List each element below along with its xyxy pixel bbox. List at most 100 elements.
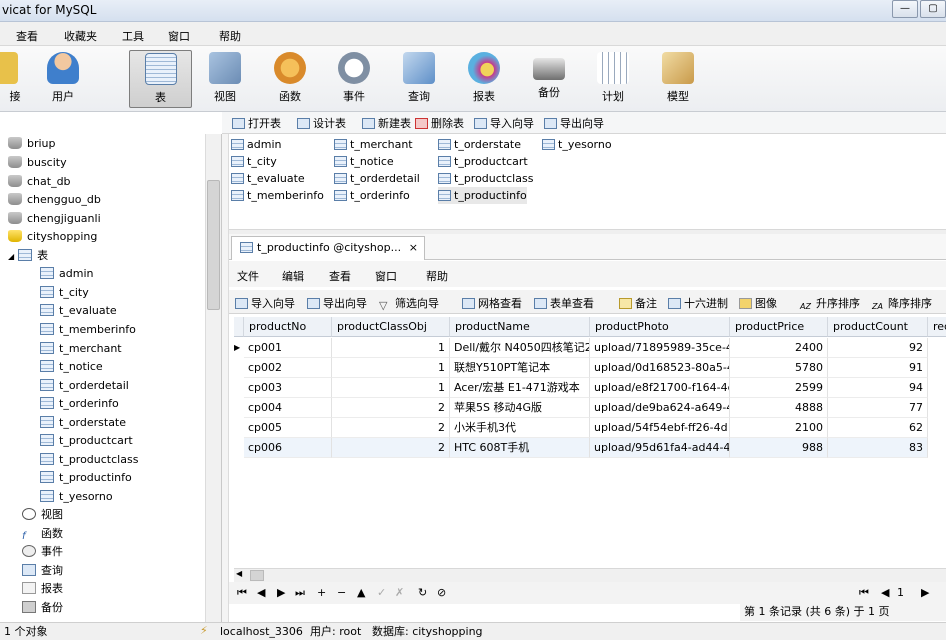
menu-edit[interactable]: 编辑	[282, 268, 304, 284]
image-button[interactable]: 图像	[739, 295, 777, 311]
close-tab-icon[interactable]: ×	[409, 237, 418, 259]
ribbon-user-button[interactable]: 用户	[33, 50, 93, 108]
tree-table-item[interactable]: t_productinfo	[40, 469, 132, 487]
grid-cell[interactable]: 2	[332, 438, 450, 458]
tree-backups-node[interactable]: 备份	[22, 599, 63, 617]
column-header[interactable]: rec	[928, 317, 946, 337]
object-item[interactable]: t_city	[231, 153, 277, 170]
grid-cell[interactable]: upload/54f54ebf-ff26-4d	[590, 418, 730, 438]
grid-cell[interactable]: 1	[332, 358, 450, 378]
tree-queries-node[interactable]: 查询	[22, 562, 63, 580]
tree-views-node[interactable]: 视图	[22, 506, 63, 524]
import-wizard-button[interactable]: 导入向导	[235, 295, 295, 311]
grid-cell[interactable]: 91	[828, 358, 928, 378]
grid-cell[interactable]: upload/71895989-35ce-4	[590, 338, 730, 358]
grid-cell[interactable]: 62	[828, 418, 928, 438]
apply-changes-button[interactable]: ✓	[377, 586, 386, 599]
tree-table-item[interactable]: t_productcart	[40, 432, 133, 450]
object-item[interactable]: t_orderdetail	[334, 170, 420, 187]
object-item-selected[interactable]: t_productinfo	[438, 187, 527, 204]
hex-button[interactable]: 十六进制	[668, 295, 728, 311]
sort-descending-button[interactable]: ZA 降序排序	[872, 295, 932, 313]
column-header[interactable]: productPrice	[730, 317, 828, 337]
edit-record-button[interactable]: ▲	[357, 586, 365, 599]
object-item[interactable]: t_evaluate	[231, 170, 305, 187]
ribbon-connection-button[interactable]: 接	[0, 50, 32, 108]
ribbon-report-button[interactable]: 报表	[454, 50, 514, 108]
tree-scrollbar-thumb[interactable]	[207, 180, 220, 310]
grid-cell[interactable]: cp006	[244, 438, 332, 458]
ribbon-query-button[interactable]: 查询	[389, 50, 449, 108]
delete-table-button[interactable]: 删除表	[415, 115, 464, 131]
filter-wizard-button[interactable]: ▽ 筛选向导	[379, 295, 439, 312]
grid-view-button[interactable]: 网格查看	[462, 295, 522, 311]
grid-cell[interactable]: upload/de9ba624-a649-4	[590, 398, 730, 418]
object-item[interactable]: t_orderstate	[438, 136, 521, 153]
tree-table-item[interactable]: t_merchant	[40, 340, 122, 358]
first-record-button[interactable]: ⏮	[237, 586, 247, 600]
tree-table-item[interactable]: t_orderdetail	[40, 377, 129, 395]
import-wizard-button[interactable]: 导入向导	[474, 115, 534, 131]
grid-cell[interactable]: upload/0d168523-80a5-4	[590, 358, 730, 378]
next-page-button[interactable]: ▶	[921, 586, 929, 599]
grid-cell[interactable]: upload/e8f21700-f164-4c	[590, 378, 730, 398]
tree-db-chat-db[interactable]: chat_db	[8, 173, 71, 191]
menu-window[interactable]: 窗口	[168, 28, 190, 44]
design-table-button[interactable]: 设计表	[297, 115, 346, 131]
ribbon-function-button[interactable]: 函数	[260, 50, 320, 108]
sort-ascending-button[interactable]: AZ 升序排序	[800, 295, 860, 313]
grid-cell[interactable]: 2599	[730, 378, 828, 398]
grid-cell[interactable]: 94	[828, 378, 928, 398]
grid-cell[interactable]: 77	[828, 398, 928, 418]
grid-cell[interactable]: 1	[332, 378, 450, 398]
grid-cell[interactable]: Dell/戴尔 N4050四核笔记2	[450, 338, 590, 358]
grid-cell[interactable]: 2100	[730, 418, 828, 438]
menu-help[interactable]: 帮助	[219, 28, 241, 44]
prev-record-button[interactable]: ◀	[257, 586, 265, 599]
open-table-button[interactable]: 打开表	[232, 115, 281, 131]
object-item[interactable]: t_orderinfo	[334, 187, 410, 204]
ribbon-table-button[interactable]: 表	[129, 50, 192, 108]
vertical-splitter[interactable]	[222, 134, 229, 622]
column-header[interactable]: productPhoto	[590, 317, 730, 337]
export-wizard-button[interactable]: 导出向导	[307, 295, 367, 311]
export-wizard-button[interactable]: 导出向导	[544, 115, 604, 131]
tree-db-chengjiguanli[interactable]: chengjiguanli	[8, 210, 101, 228]
menu-tools[interactable]: 工具	[122, 28, 144, 44]
tree-table-item[interactable]: t_orderinfo	[40, 395, 119, 413]
tree-table-item[interactable]: admin	[40, 265, 93, 283]
add-record-button[interactable]: +	[317, 586, 326, 599]
object-item[interactable]: t_memberinfo	[231, 187, 324, 204]
first-page-button[interactable]: ⏮	[859, 586, 869, 600]
grid-cell[interactable]: Acer/宏基 E1-471游戏本	[450, 378, 590, 398]
tree-table-item[interactable]: t_yesorno	[40, 488, 113, 506]
menu-favorites[interactable]: 收藏夹	[64, 28, 97, 44]
tree-table-item[interactable]: t_city	[40, 284, 89, 302]
grid-cell[interactable]: 1	[332, 338, 450, 358]
grid-cell[interactable]: 988	[730, 438, 828, 458]
grid-cell[interactable]: cp005	[244, 418, 332, 438]
ribbon-view-button[interactable]: 视图	[195, 50, 255, 108]
menu-help[interactable]: 帮助	[426, 268, 448, 284]
tree-db-chengguo-db[interactable]: chengguo_db	[8, 191, 101, 209]
grid-cell[interactable]: cp001	[244, 338, 332, 358]
memo-button[interactable]: 备注	[619, 295, 657, 311]
ribbon-model-button[interactable]: 模型	[648, 50, 708, 108]
delete-record-button[interactable]: −	[337, 586, 346, 599]
tree-db-briup[interactable]: briup	[8, 135, 56, 153]
stop-button[interactable]: ⊘	[437, 586, 446, 599]
page-number-field[interactable]: 1	[897, 586, 904, 599]
ribbon-event-button[interactable]: 事件	[324, 50, 384, 108]
object-item[interactable]: t_yesorno	[542, 136, 612, 153]
next-record-button[interactable]: ▶	[277, 586, 285, 599]
grid-cell[interactable]: 4888	[730, 398, 828, 418]
grid-horizontal-scrollbar[interactable]: ◀	[234, 568, 946, 582]
tab-productinfo[interactable]: t_productinfo @cityshop... ×	[231, 236, 425, 260]
tree-events-node[interactable]: 事件	[22, 543, 63, 561]
grid-cell[interactable]: 83	[828, 438, 928, 458]
grid-cell[interactable]: 联想Y510PT笔记本	[450, 358, 590, 378]
tree-db-buscity[interactable]: buscity	[8, 154, 67, 172]
refresh-button[interactable]: ↻	[418, 586, 427, 599]
prev-page-button[interactable]: ◀	[881, 586, 889, 599]
scroll-left-icon[interactable]: ◀	[236, 569, 242, 578]
